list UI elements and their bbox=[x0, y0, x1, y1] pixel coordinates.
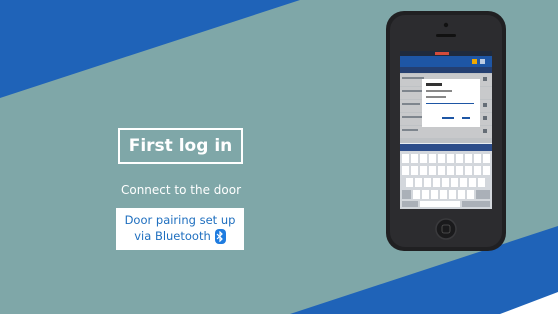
return-key bbox=[462, 201, 490, 207]
shift-key bbox=[402, 190, 411, 199]
speaker-grille bbox=[436, 34, 456, 37]
pin-input-underline bbox=[426, 103, 474, 104]
pairing-line-2-row: via Bluetooth bbox=[134, 228, 226, 244]
section-header-2 bbox=[400, 144, 492, 151]
bluetooth-icon bbox=[214, 228, 226, 244]
phone-mockup bbox=[386, 11, 506, 251]
pairing-line-1: Door pairing set up bbox=[124, 213, 236, 227]
slide: First log in Connect to the door Door pa… bbox=[0, 0, 558, 314]
numbers-key bbox=[402, 201, 418, 207]
dialog-ok bbox=[462, 117, 470, 119]
dialog-text bbox=[426, 96, 446, 98]
status-indicator bbox=[435, 52, 449, 55]
pairing-tag: Door pairing set up via Bluetooth bbox=[116, 208, 244, 250]
title-box: First log in bbox=[118, 128, 243, 164]
dialog-text bbox=[426, 90, 452, 92]
slide-subtitle: Connect to the door bbox=[120, 183, 242, 197]
dialog-title-bar bbox=[426, 83, 442, 86]
home-button bbox=[435, 218, 457, 240]
app-header bbox=[400, 56, 492, 67]
pairing-line-2: via Bluetooth bbox=[134, 229, 211, 243]
front-camera bbox=[443, 22, 449, 28]
dialog-cancel bbox=[442, 117, 454, 119]
app-header-icon bbox=[472, 59, 477, 64]
app-header-icon-2 bbox=[480, 59, 485, 64]
backspace-key bbox=[476, 190, 490, 199]
slide-title: First log in bbox=[128, 136, 233, 156]
